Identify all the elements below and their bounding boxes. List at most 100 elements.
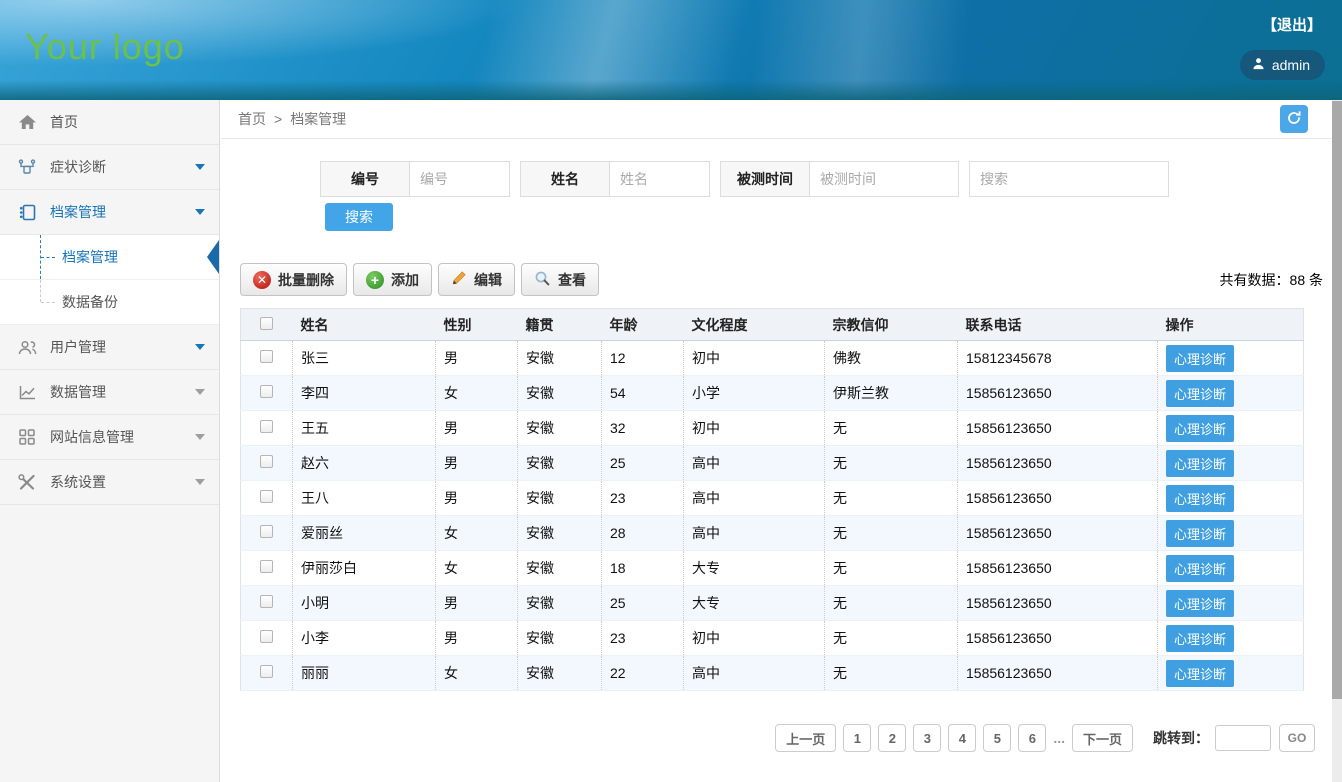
- sidebar-item-system-settings[interactable]: 系统设置: [0, 460, 219, 505]
- psych-diagnosis-button[interactable]: 心理诊断: [1166, 450, 1234, 477]
- add-button[interactable]: + 添加: [353, 263, 432, 296]
- cell-religion: 伊斯兰教: [825, 376, 958, 411]
- user-icon: [1252, 57, 1265, 73]
- chevron-down-icon: [195, 164, 205, 170]
- refresh-button[interactable]: [1280, 105, 1308, 133]
- cell-origin: 安徽: [518, 341, 602, 376]
- column-header-origin: 籍贯: [518, 309, 602, 341]
- cell-origin: 安徽: [518, 411, 602, 446]
- search-button[interactable]: 搜索: [325, 203, 393, 231]
- row-checkbox[interactable]: [260, 490, 273, 503]
- jump-to-input[interactable]: [1215, 725, 1271, 751]
- sidebar-item-site-info-management[interactable]: 网站信息管理: [0, 415, 219, 460]
- sidebar-item-archive-management[interactable]: 档案管理: [0, 190, 219, 235]
- batch-delete-button[interactable]: ✕ 批量删除: [240, 263, 347, 296]
- cell-phone: 15812345678: [958, 341, 1158, 376]
- breadcrumb: 首页 > 档案管理: [221, 100, 1342, 139]
- grid-icon: [16, 429, 38, 445]
- view-label: 查看: [558, 270, 586, 290]
- breadcrumb-current: 档案管理: [290, 109, 346, 129]
- app-header: Your logo 【退出】 admin: [0, 0, 1342, 100]
- page-number-button[interactable]: 4: [948, 724, 976, 752]
- name-field[interactable]: [610, 161, 710, 197]
- row-checkbox[interactable]: [260, 525, 273, 538]
- id-field[interactable]: [410, 161, 510, 197]
- psych-diagnosis-button[interactable]: 心理诊断: [1166, 345, 1234, 372]
- row-checkbox[interactable]: [260, 630, 273, 643]
- table-row: 张三 男 安徽 12 初中 佛教 15812345678 心理诊断: [241, 341, 1304, 376]
- cell-phone: 15856123650: [958, 621, 1158, 656]
- row-checkbox[interactable]: [260, 595, 273, 608]
- sidebar-item-user-management[interactable]: 用户管理: [0, 325, 219, 370]
- chevron-down-icon: [195, 344, 205, 350]
- next-page-button[interactable]: 下一页: [1072, 724, 1133, 752]
- page-number-button[interactable]: 2: [878, 724, 906, 752]
- psych-diagnosis-button[interactable]: 心理诊断: [1166, 590, 1234, 617]
- sidebar-item-data-management[interactable]: 数据管理: [0, 370, 219, 415]
- edit-button[interactable]: 编辑: [438, 263, 515, 296]
- add-icon: +: [366, 271, 384, 289]
- cell-gender: 女: [436, 376, 518, 411]
- sidebar-item-home[interactable]: 首页: [0, 100, 219, 145]
- current-user-button[interactable]: admin: [1240, 50, 1325, 80]
- users-icon: [16, 340, 38, 355]
- page-number-button[interactable]: 1: [843, 724, 871, 752]
- row-checkbox[interactable]: [260, 455, 273, 468]
- cell-religion: 无: [825, 516, 958, 551]
- breadcrumb-separator: >: [274, 111, 282, 127]
- row-checkbox[interactable]: [260, 560, 273, 573]
- cell-religion: 无: [825, 621, 958, 656]
- row-checkbox[interactable]: [260, 420, 273, 433]
- psych-diagnosis-button[interactable]: 心理诊断: [1166, 485, 1234, 512]
- psych-diagnosis-button[interactable]: 心理诊断: [1166, 520, 1234, 547]
- cell-age: 22: [602, 656, 684, 691]
- cell-religion: 无: [825, 411, 958, 446]
- cell-gender: 男: [436, 621, 518, 656]
- sidebar-item-label: 数据管理: [50, 382, 106, 402]
- app-logo: Your logo: [25, 26, 185, 68]
- search-group-test-time: 被测时间: [720, 161, 959, 197]
- row-checkbox[interactable]: [260, 350, 273, 363]
- sidebar-item-label: 首页: [50, 112, 78, 132]
- table-row: 小明 男 安徽 25 大专 无 15856123650 心理诊断: [241, 586, 1304, 621]
- select-all-checkbox[interactable]: [260, 317, 273, 330]
- psych-diagnosis-button[interactable]: 心理诊断: [1166, 415, 1234, 442]
- page-number-button[interactable]: 5: [983, 724, 1011, 752]
- prev-page-button[interactable]: 上一页: [775, 724, 836, 752]
- column-header-phone: 联系电话: [958, 309, 1158, 341]
- page-number-button[interactable]: 6: [1018, 724, 1046, 752]
- cell-age: 12: [602, 341, 684, 376]
- breadcrumb-home[interactable]: 首页: [238, 109, 266, 129]
- psych-diagnosis-button[interactable]: 心理诊断: [1166, 625, 1234, 652]
- table-header-row: 姓名 性别 籍贯 年龄 文化程度 宗教信仰 联系电话 操作: [241, 309, 1304, 341]
- cell-origin: 安徽: [518, 516, 602, 551]
- vertical-scrollbar[interactable]: [1332, 100, 1342, 782]
- sidebar-subitem-archive-management[interactable]: 档案管理: [0, 235, 219, 280]
- keyword-field[interactable]: [969, 161, 1169, 197]
- psych-diagnosis-button[interactable]: 心理诊断: [1166, 555, 1234, 582]
- chevron-down-icon: [195, 434, 205, 440]
- psych-diagnosis-button[interactable]: 心理诊断: [1166, 660, 1234, 687]
- cell-phone: 15856123650: [958, 586, 1158, 621]
- active-item-arrow: [207, 240, 219, 274]
- cell-name: 李四: [293, 376, 436, 411]
- view-button[interactable]: 查看: [521, 263, 599, 296]
- row-checkbox[interactable]: [260, 665, 273, 678]
- test-time-field[interactable]: [810, 161, 959, 197]
- cell-gender: 男: [436, 481, 518, 516]
- id-field-label: 编号: [320, 161, 410, 197]
- cell-age: 23: [602, 481, 684, 516]
- sidebar-item-symptom-diagnosis[interactable]: 症状诊断: [0, 145, 219, 190]
- column-header-gender: 性别: [436, 309, 518, 341]
- sidebar-item-label: 网站信息管理: [50, 427, 134, 447]
- logout-link[interactable]: 【退出】: [1262, 14, 1322, 35]
- page-number-button[interactable]: 3: [913, 724, 941, 752]
- go-button[interactable]: GO: [1279, 724, 1315, 752]
- scrollbar-thumb[interactable]: [1332, 101, 1342, 699]
- diagnosis-icon: [16, 159, 38, 175]
- psych-diagnosis-button[interactable]: 心理诊断: [1166, 380, 1234, 407]
- sidebar-subitem-data-backup[interactable]: 数据备份: [0, 280, 219, 325]
- cell-age: 25: [602, 446, 684, 481]
- chevron-down-icon: [195, 479, 205, 485]
- row-checkbox[interactable]: [260, 385, 273, 398]
